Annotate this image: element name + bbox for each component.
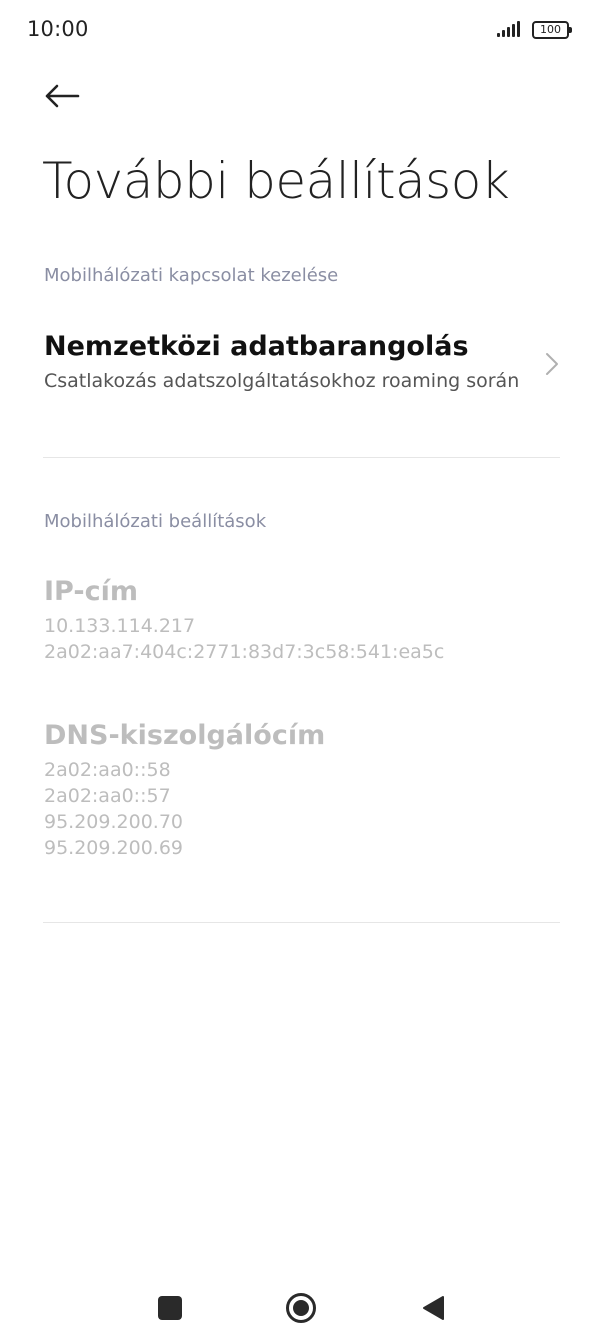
page-title: További beállítások — [42, 152, 510, 210]
dns-server-value: 95.209.200.69 — [44, 837, 184, 859]
home-button[interactable] — [285, 1292, 317, 1324]
status-bar: 10:00 100 — [0, 0, 604, 58]
nav-back-button[interactable] — [420, 1294, 446, 1322]
ip-address-value: 2a02:aa7:404c:2771:83d7:3c58:541:ea5c — [44, 641, 445, 663]
arrow-left-icon — [45, 84, 80, 108]
roaming-title: Nemzetközi adatbarangolás — [44, 331, 469, 362]
triangle-back-icon — [423, 1296, 444, 1320]
dns-server-title: DNS-kiszolgálócím — [44, 720, 326, 751]
section-header-network: Mobilhálózati beállítások — [44, 511, 267, 532]
recents-button[interactable] — [158, 1296, 182, 1320]
divider — [43, 457, 560, 458]
dns-server-value: 95.209.200.70 — [44, 811, 184, 833]
roaming-subtitle: Csatlakozás adatszolgáltatásokhoz roamin… — [44, 370, 520, 392]
navigation-bar — [0, 1270, 604, 1344]
roaming-setting-item[interactable]: Nemzetközi adatbarangolás Csatlakozás ad… — [0, 318, 604, 418]
status-time: 10:00 — [27, 17, 89, 41]
section-header-connection: Mobilhálózati kapcsolat kezelése — [44, 265, 339, 286]
ip-address-value: 10.133.114.217 — [44, 615, 196, 637]
circle-home-icon — [286, 1293, 316, 1323]
battery-level: 100 — [540, 23, 561, 36]
divider — [43, 922, 560, 923]
back-button[interactable] — [36, 72, 88, 120]
signal-icon — [497, 21, 520, 37]
dns-server-value: 2a02:aa0::57 — [44, 785, 171, 807]
battery-icon: 100 — [532, 21, 572, 39]
ip-address-title: IP-cím — [44, 576, 138, 607]
dns-server-value: 2a02:aa0::58 — [44, 759, 171, 781]
chevron-right-icon — [546, 353, 558, 375]
